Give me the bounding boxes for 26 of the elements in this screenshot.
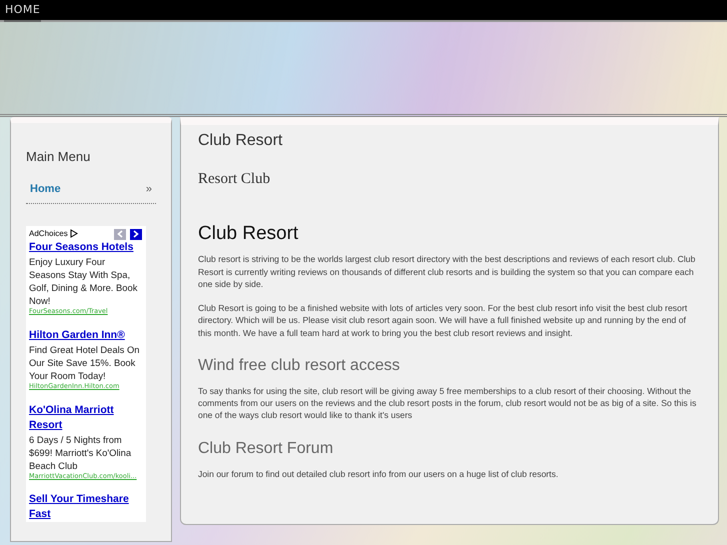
section-heading: Wind free club resort access [198, 356, 401, 375]
ad-title-link[interactable]: Ko'Olina Marriott Resort [29, 402, 142, 433]
chevron-left-icon [117, 230, 123, 238]
ad-text: Find Great Hotel Deals On Our Site Save 15%. Book Your Room Today! [29, 342, 140, 382]
ad-choices-label[interactable]: AdChoices [29, 228, 78, 240]
ad-text: Enjoy Luxury Four Seasons Stay With Spa, Golf, Dining & More. Book Now! [29, 255, 138, 308]
body-paragraph: Club Resort is going to be a finished website with lots of articles very soon. For the best club resort info visit the best club resort directory. Which will be us. Please visit club resort again soon. We will have a full finished website up and running by the end of this month. We have a full team hard at work to bring you the best club resort reviews and insight. [198, 302, 688, 339]
page-title: Club Resort [198, 131, 284, 150]
section-paragraph: Join our forum to find out detailed club resort info from our users on a huge list of club resorts. [198, 468, 560, 480]
ad-title-link[interactable]: Hilton Garden Inn® [29, 328, 142, 343]
play-icon [70, 229, 78, 238]
menu-title: Main Menu [26, 149, 92, 165]
section-paragraph: To say thanks for using the site, club resort will be giving away 5 free memberships to a club resort of their choosing. Without the comments from our users on the reviews and the club resort posts in the forum, club resort would not be as big of a site. So this is one of the ways club resort would like to thank it's users [198, 384, 698, 422]
ad-text: 6 Days / 5 Nights from $699! Marriott's Ko'Olina Beach Club [29, 432, 132, 472]
menu-item[interactable]: Home » [26, 180, 156, 204]
ad-title-link[interactable]: Four Seasons Hotels [29, 240, 142, 256]
ad-title-link[interactable]: Sell Your Timeshare Fast [29, 492, 142, 522]
section-heading: Club Resort Forum [198, 438, 334, 458]
site-logo-text: Resort Club [198, 170, 272, 190]
chevron-icon: » [146, 180, 152, 198]
nav-link[interactable]: HOME [4, 2, 42, 22]
body-paragraph: Club resort is striving to be the worlds largest club resort directory with the best descriptions and reviews of each resort club. Club Resort is currently writing reviews on thousands of different club resorts and is building the system so that you can compare each one side by side. [198, 253, 696, 290]
chevron-right-icon [133, 230, 139, 238]
menu-item-label[interactable]: Home [30, 180, 61, 198]
next-button[interactable] [130, 228, 142, 240]
content-heading: Club Resort [198, 222, 300, 246]
